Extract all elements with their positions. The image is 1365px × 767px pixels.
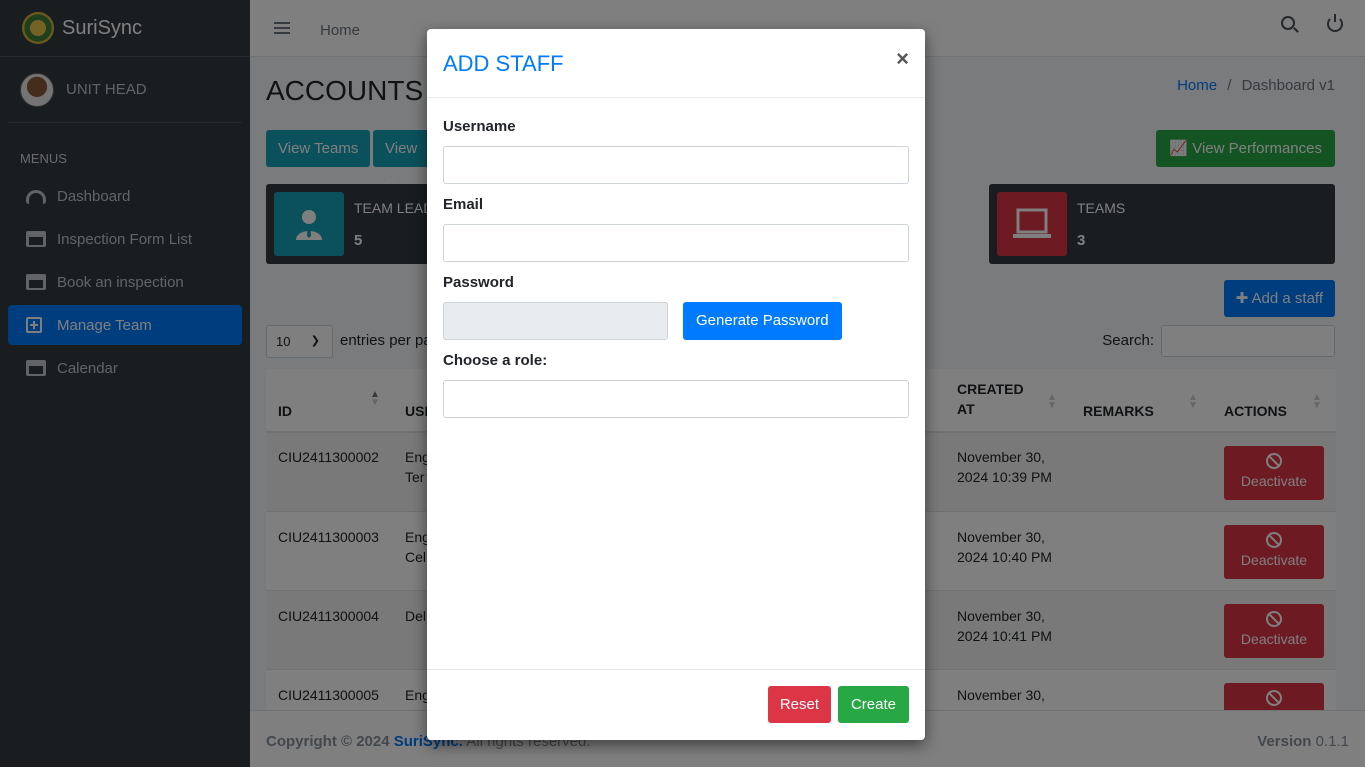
username-label: Username xyxy=(443,118,516,135)
add-staff-modal: ADD STAFF × Username Email Password Gene… xyxy=(427,29,925,740)
email-label: Email xyxy=(443,196,484,213)
email-field[interactable] xyxy=(443,224,909,262)
password-field[interactable] xyxy=(443,302,668,340)
create-button[interactable]: Create xyxy=(837,686,909,723)
username-field[interactable] xyxy=(443,146,909,184)
modal-body: Username Email Password Generate Passwor… xyxy=(427,98,925,668)
generate-password-button[interactable]: Generate Password xyxy=(683,302,842,340)
close-icon[interactable]: × xyxy=(896,46,909,72)
modal-title: ADD STAFF xyxy=(443,51,564,76)
reset-button[interactable]: Reset xyxy=(767,686,831,723)
modal-header: ADD STAFF × xyxy=(427,29,925,98)
role-field[interactable] xyxy=(443,380,909,418)
modal-footer: Reset Create xyxy=(427,669,925,740)
password-label: Password xyxy=(443,274,514,291)
role-label: Choose a role: xyxy=(443,352,548,369)
